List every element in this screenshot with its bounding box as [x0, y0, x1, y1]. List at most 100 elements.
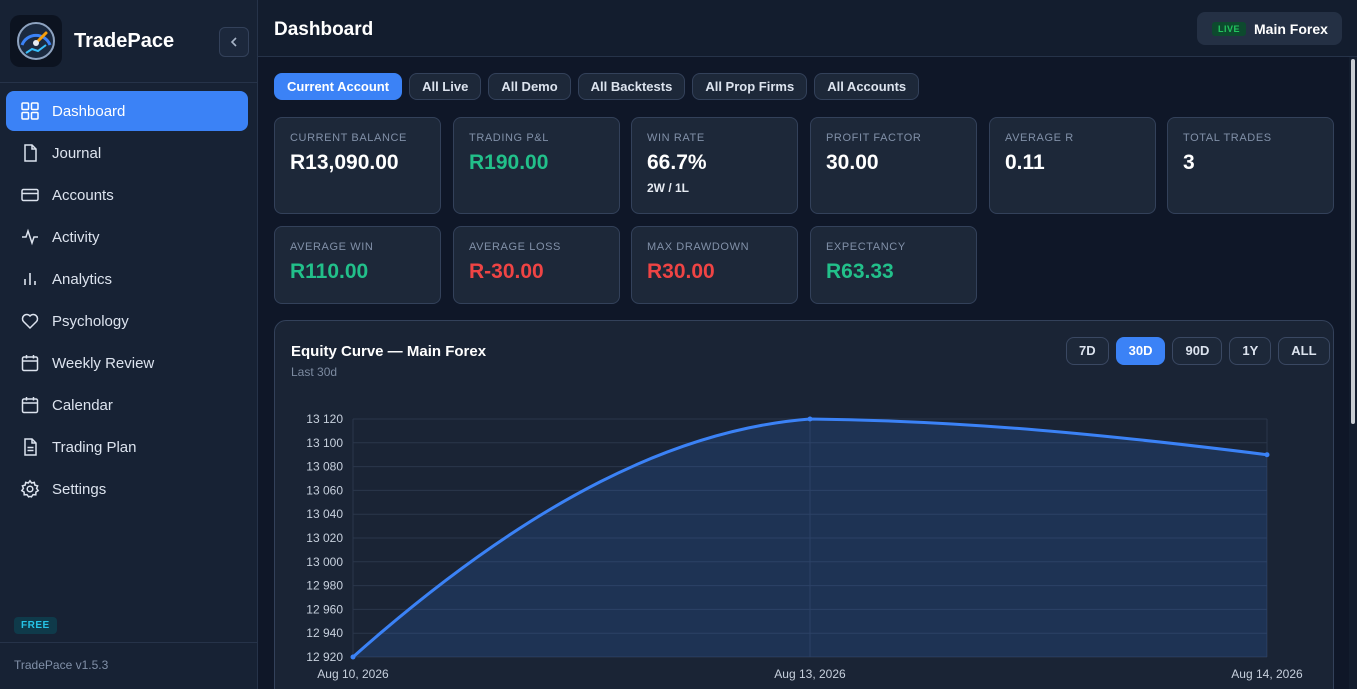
chevron-left-icon — [230, 37, 237, 47]
sidebar-item-trading-plan[interactable]: Trading Plan — [6, 427, 248, 467]
stat-card-trading-pnl: TRADING P&L R190.00 — [453, 117, 620, 214]
stat-value: R110.00 — [290, 260, 369, 283]
filter-all-demo[interactable]: All Demo — [488, 73, 571, 100]
file-icon — [24, 144, 37, 162]
stat-value: 0.11 — [1005, 151, 1045, 174]
stat-value: R63.33 — [826, 260, 894, 283]
page-scrollbar[interactable] — [1349, 57, 1357, 689]
sidebar-item-label: Dashboard — [52, 102, 126, 120]
stat-value: 30.00 — [826, 151, 879, 174]
sidebar-item-label: Settings — [52, 480, 107, 498]
stat-label: AVERAGE R — [1005, 132, 1074, 144]
sidebar-item-label: Analytics — [52, 270, 113, 288]
stat-card-profit-factor: PROFIT FACTOR 30.00 — [810, 117, 977, 214]
brand-name: TradePace — [74, 29, 175, 52]
stat-value: R190.00 — [469, 151, 549, 174]
y-tick-label: 12 940 — [306, 626, 343, 640]
sidebar-item-weekly-review[interactable]: Weekly Review — [6, 343, 248, 383]
sidebar-item-label: Calendar — [52, 396, 113, 414]
brand: TradePace — [0, 0, 257, 83]
main-content: Current Account All Live All Demo All Ba… — [258, 57, 1357, 689]
equity-point — [350, 654, 356, 660]
stat-label: AVERAGE LOSS — [469, 241, 561, 253]
speedometer-logo-icon — [10, 15, 62, 67]
sidebar-nav: Dashboard Journal Accounts Activity Anal… — [0, 83, 257, 509]
filter-all-live[interactable]: All Live — [409, 73, 482, 100]
filter-all-backtests[interactable]: All Backtests — [577, 73, 686, 100]
account-filter-bar: Current Account All Live All Demo All Ba… — [274, 73, 926, 100]
sidebar-item-label: Psychology — [52, 312, 129, 330]
y-tick-label: 13 100 — [306, 436, 343, 450]
top-header: Dashboard LIVE Main Forex — [258, 0, 1357, 57]
y-tick-label: 12 960 — [306, 602, 343, 616]
activity-icon — [22, 228, 38, 246]
stat-label: WIN RATE — [647, 132, 705, 144]
bar-chart-icon — [24, 273, 36, 285]
y-tick-label: 12 920 — [306, 650, 343, 664]
sidebar-item-settings[interactable]: Settings — [6, 469, 248, 509]
stat-card-win-rate: WIN RATE 66.7% 2W / 1L — [631, 117, 798, 214]
calendar-icon — [21, 355, 39, 372]
credit-card-icon — [21, 188, 39, 202]
equity-curve-panel: Equity Curve — Main Forex Last 30d 7D 30… — [274, 320, 1334, 689]
x-tick-label: Aug 13, 2026 — [774, 667, 846, 681]
x-tick-label: Aug 14, 2026 — [1231, 667, 1303, 681]
sidebar-item-analytics[interactable]: Analytics — [6, 259, 248, 299]
stat-label: EXPECTANCY — [826, 241, 906, 253]
account-name: Main Forex — [1254, 20, 1328, 37]
sidebar-item-dashboard[interactable]: Dashboard — [6, 91, 248, 131]
live-status-badge: LIVE — [1212, 21, 1247, 36]
y-tick-label: 13 040 — [306, 507, 343, 521]
x-tick-label: Aug 10, 2026 — [317, 667, 389, 681]
stat-label: CURRENT BALANCE — [290, 132, 407, 144]
stat-label: TRADING P&L — [469, 132, 549, 144]
stat-card-current-balance: CURRENT BALANCE R13,090.00 — [274, 117, 441, 214]
page-title: Dashboard — [274, 19, 374, 40]
filter-all-prop-firms[interactable]: All Prop Firms — [692, 73, 808, 100]
gear-icon — [20, 479, 40, 498]
stat-value: R13,090.00 — [290, 151, 399, 174]
collapse-sidebar-button[interactable] — [219, 27, 249, 57]
y-tick-label: 12 980 — [306, 579, 343, 593]
stat-card-total-trades: TOTAL TRADES 3 — [1167, 117, 1334, 214]
sidebar-item-journal[interactable]: Journal — [6, 133, 248, 173]
app-version: TradePace v1.5.3 — [0, 642, 257, 689]
y-tick-label: 13 080 — [306, 460, 343, 474]
sidebar-item-calendar[interactable]: Calendar — [6, 385, 248, 425]
scrollbar-thumb[interactable] — [1351, 59, 1355, 424]
stat-label: TOTAL TRADES — [1183, 132, 1272, 144]
equity-point — [1264, 452, 1270, 458]
heart-icon — [21, 313, 39, 330]
y-tick-label: 13 000 — [306, 555, 343, 569]
sidebar-item-label: Journal — [52, 144, 102, 162]
sidebar-item-label: Weekly Review — [52, 354, 155, 372]
filter-current-account[interactable]: Current Account — [274, 73, 403, 100]
stat-sub: 2W / 1L — [647, 181, 690, 195]
stat-value: R-30.00 — [469, 260, 544, 283]
account-selector[interactable]: LIVE Main Forex — [1197, 12, 1342, 45]
sidebar-item-label: Accounts — [52, 186, 114, 204]
filter-all-accounts[interactable]: All Accounts — [814, 73, 920, 100]
stat-card-average-win: AVERAGE WIN R110.00 — [274, 226, 441, 304]
y-tick-label: 13 020 — [306, 531, 343, 545]
dashboard-grid-icon — [21, 102, 39, 120]
stat-card-average-loss: AVERAGE LOSS R-30.00 — [453, 226, 620, 304]
stat-value: 3 — [1183, 151, 1195, 174]
stat-value: R30.00 — [647, 260, 715, 283]
sidebar: TradePace Dashboard Journal Accounts Act… — [0, 0, 258, 689]
equity-point — [807, 416, 813, 422]
y-tick-label: 13 060 — [306, 483, 343, 497]
stat-value: 66.7% — [647, 151, 707, 174]
stat-label: PROFIT FACTOR — [826, 132, 922, 144]
stat-label: MAX DRAWDOWN — [647, 241, 750, 253]
calendar-icon — [21, 397, 39, 414]
sidebar-item-psychology[interactable]: Psychology — [6, 301, 248, 341]
stat-card-max-drawdown: MAX DRAWDOWN R30.00 — [631, 226, 798, 304]
sidebar-item-label: Activity — [52, 228, 100, 246]
stat-card-average-r: AVERAGE R 0.11 — [989, 117, 1156, 214]
sidebar-item-activity[interactable]: Activity — [6, 217, 248, 257]
stat-card-expectancy: EXPECTANCY R63.33 — [810, 226, 977, 304]
stat-label: AVERAGE WIN — [290, 241, 374, 253]
sidebar-item-label: Trading Plan — [52, 438, 137, 456]
sidebar-item-accounts[interactable]: Accounts — [6, 175, 248, 215]
